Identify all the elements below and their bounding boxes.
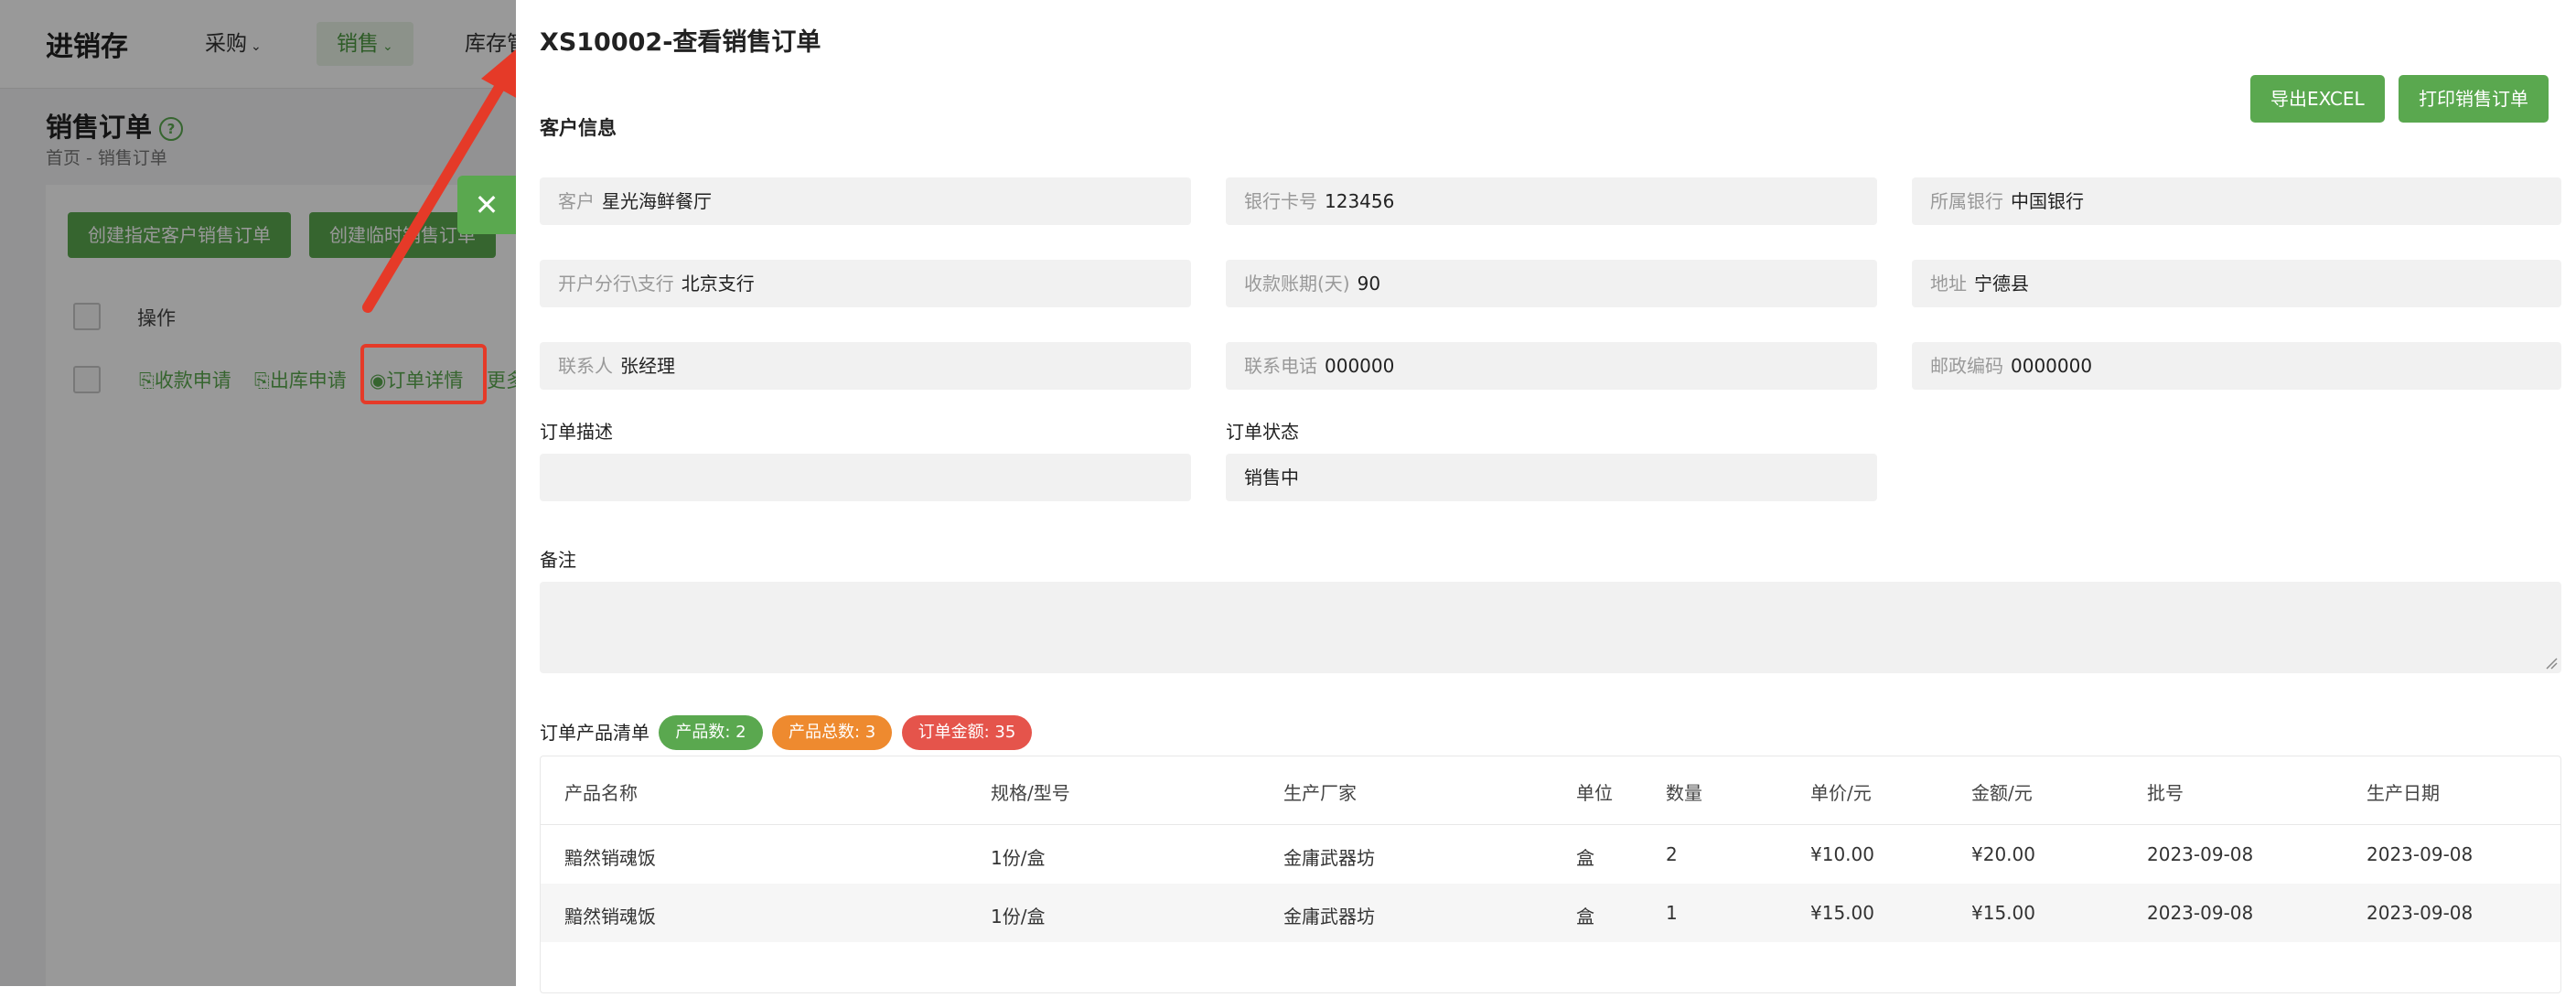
order-description-label: 订单描述	[540, 421, 613, 443]
order-detail-drawer: XS10002-查看销售订单 导出EXCEL 打印销售订单 客户信息 客户 星光海…	[516, 0, 2576, 993]
contact-field: 联系人 张经理	[540, 342, 1191, 390]
cell-maker: 金庸武器坊	[1283, 847, 1375, 869]
branch-field: 开户分行\支行 北京支行	[540, 260, 1191, 307]
cell-price: ¥15.00	[1810, 902, 1874, 924]
cell-date: 2023-09-08	[2367, 902, 2474, 924]
cell-unit: 盒	[1576, 847, 1594, 869]
product-table: 产品名称 规格/型号 生产厂家 单位 数量 单价/元 金额/元 批号 生产日期 …	[540, 756, 2561, 993]
order-amount-tag: 订单金额: 35	[901, 715, 1033, 750]
table-header-amount[interactable]: 金额/元	[1971, 778, 2033, 805]
resize-handle-icon[interactable]	[2545, 657, 2558, 670]
table-header-date[interactable]: 生产日期	[2367, 778, 2440, 805]
bank-field: 所属银行 中国银行	[1912, 177, 2561, 225]
cell-name: 黯然销魂饭	[564, 847, 656, 869]
cell-maker: 金庸武器坊	[1283, 906, 1375, 928]
cell-spec: 1份/盒	[991, 847, 1046, 869]
cell-name: 黯然销魂饭	[564, 906, 656, 928]
cell-qty: 2	[1666, 843, 1678, 865]
customer-field: 客户 星光海鲜餐厅	[540, 177, 1191, 225]
order-description-field	[540, 454, 1191, 501]
table-header-name[interactable]: 产品名称	[564, 778, 638, 805]
annotation-arrow	[362, 40, 527, 313]
cell-batch: 2023-09-08	[2147, 843, 2254, 865]
cell-amount: ¥15.00	[1971, 902, 2035, 924]
product-count-tag: 产品数: 2	[659, 715, 763, 750]
cell-spec: 1份/盒	[991, 906, 1046, 928]
cell-batch: 2023-09-08	[2147, 902, 2254, 924]
postcode-field: 邮政编码 0000000	[1912, 342, 2561, 390]
table-header-unit[interactable]: 单位	[1576, 778, 1613, 805]
product-list-summary: 订单产品清单 产品数: 2 产品总数: 3 订单金额: 35	[540, 715, 1033, 750]
payment-days-field: 收款账期(天) 90	[1226, 260, 1877, 307]
product-total-tag: 产品总数: 3	[771, 715, 893, 750]
product-list-label: 订单产品清单	[540, 722, 649, 744]
phone-field: 联系电话 000000	[1226, 342, 1877, 390]
table-row[interactable]: 黯然销魂饭 1份/盒 金庸武器坊 盒 1 ¥15.00 ¥15.00 2023-…	[541, 884, 2560, 942]
drawer-title: XS10002-查看销售订单	[540, 28, 821, 57]
customer-info-heading: 客户信息	[540, 117, 617, 139]
cell-date: 2023-09-08	[2367, 843, 2474, 865]
cell-amount: ¥20.00	[1971, 843, 2035, 865]
table-row[interactable]: 黯然销魂饭 1份/盒 金庸武器坊 盒 2 ¥10.00 ¥20.00 2023-…	[541, 825, 2560, 884]
table-header-spec[interactable]: 规格/型号	[991, 778, 1070, 805]
cell-price: ¥10.00	[1810, 843, 1874, 865]
table-header-qty[interactable]: 数量	[1666, 778, 1702, 805]
order-status-field: 销售中	[1226, 454, 1877, 501]
remark-textarea[interactable]	[540, 582, 2561, 673]
order-status-label: 订单状态	[1226, 421, 1299, 443]
table-header-price[interactable]: 单价/元	[1810, 778, 1872, 805]
cell-qty: 1	[1666, 902, 1678, 924]
print-order-button[interactable]: 打印销售订单	[2399, 75, 2549, 123]
export-excel-button[interactable]: 导出EXCEL	[2250, 75, 2385, 123]
table-header-maker[interactable]: 生产厂家	[1283, 778, 1357, 805]
annotation-highlight-box	[360, 344, 487, 404]
table-header-batch[interactable]: 批号	[2147, 778, 2184, 805]
bank-card-field: 银行卡号 123456	[1226, 177, 1877, 225]
cell-unit: 盒	[1576, 906, 1594, 928]
address-field: 地址 宁德县	[1912, 260, 2561, 307]
annotation-arrow-shaft	[362, 79, 507, 313]
remark-label: 备注	[540, 549, 576, 571]
